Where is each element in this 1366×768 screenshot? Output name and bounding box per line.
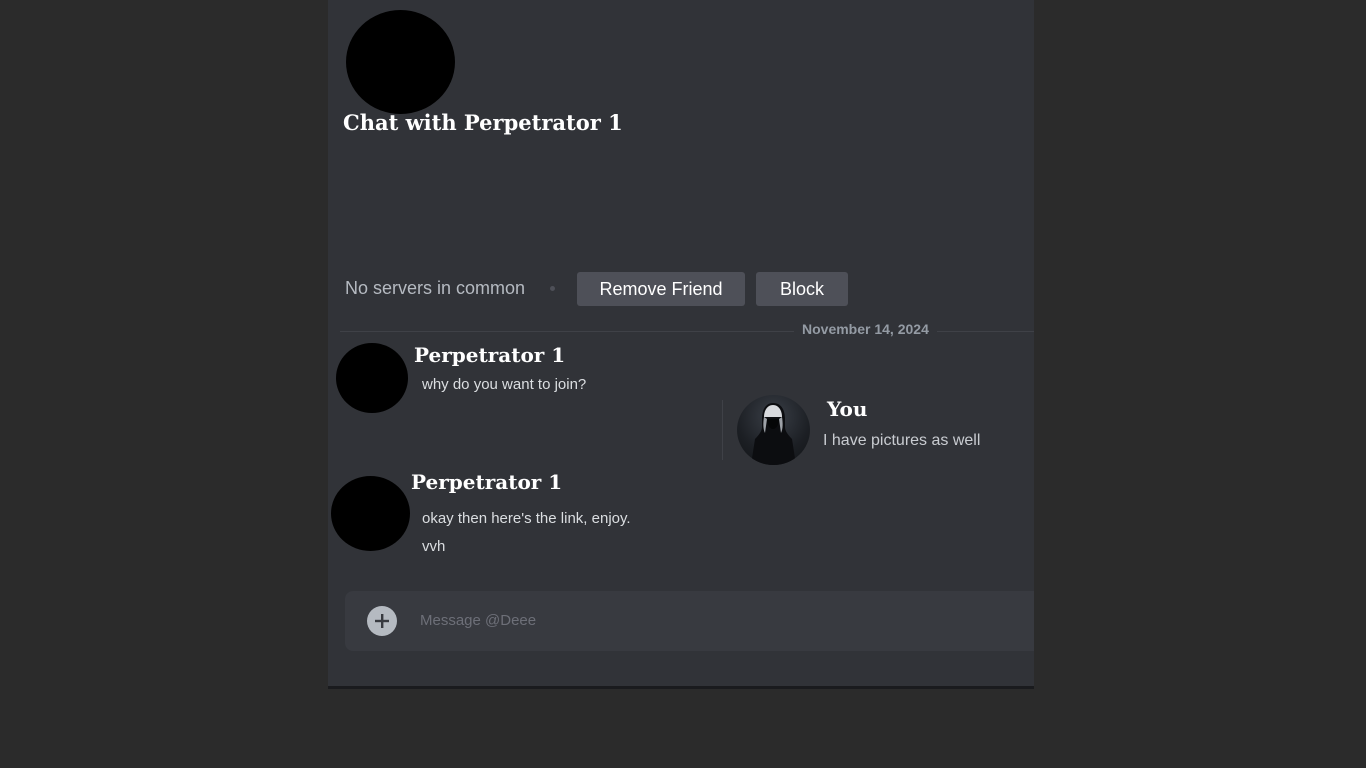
- message-divider: [722, 400, 723, 460]
- message-author[interactable]: Perpetrator 1: [411, 470, 562, 494]
- profile-avatar: [346, 10, 455, 114]
- hooded-figure-avatar[interactable]: [737, 395, 810, 465]
- message-author[interactable]: Perpetrator 1: [414, 343, 565, 367]
- chat-title: Chat with Perpetrator 1: [343, 110, 623, 135]
- message-composer: [345, 591, 1034, 651]
- block-button[interactable]: Block: [756, 272, 848, 306]
- message-author[interactable]: You: [827, 397, 867, 421]
- plus-icon: [375, 614, 389, 628]
- message-avatar[interactable]: [331, 476, 410, 551]
- message-avatar[interactable]: [336, 343, 408, 413]
- date-divider: November 14, 2024: [794, 321, 937, 337]
- remove-friend-button[interactable]: Remove Friend: [577, 272, 745, 306]
- message-text: why do you want to join?: [422, 376, 587, 393]
- mutual-servers-text: No servers in common: [345, 278, 526, 298]
- separator-dot-icon: [550, 286, 555, 291]
- message-input[interactable]: [420, 607, 1020, 633]
- message-text: okay then here's the link, enjoy.: [422, 510, 631, 527]
- attach-plus-button[interactable]: [367, 606, 397, 636]
- hooded-figure-icon: [751, 403, 796, 465]
- message-text: vvh: [422, 538, 446, 555]
- dm-chat-panel: Chat with Perpetrator 1 No servers in co…: [328, 0, 1034, 689]
- message-text: I have pictures as well: [823, 432, 981, 449]
